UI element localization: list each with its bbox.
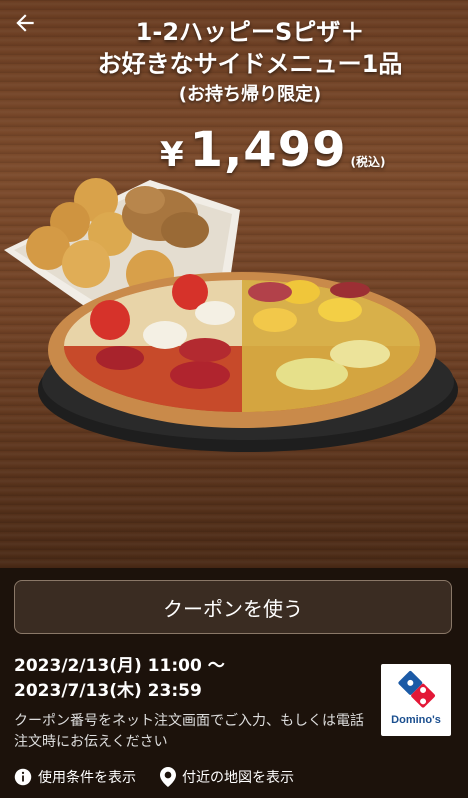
terms-link[interactable]: 使用条件を表示 [14,767,136,787]
coupon-hero-image: 1-2ハッピーSピザ＋ お好きなサイドメニュー1品 (お持ち帰り限定) ¥ 1,… [0,0,468,568]
map-link-label: 付近の地図を表示 [182,770,294,786]
info-icon [14,768,32,786]
pizza [48,272,436,428]
coupon-price: ¥ 1,499 (税込) [160,118,385,178]
dominos-logo: Domino's [381,664,451,736]
validity-period: 2023/2/13(月) 11:00 ～ 2023/7/13(木) 23:59 [14,654,225,704]
coupon-footer: クーポンを使う 2023/2/13(月) 11:00 ～ 2023/7/13(木… [0,568,468,798]
footer-links: 使用条件を表示 付近の地図を表示 [14,766,294,788]
location-pin-icon [160,767,176,787]
validity-start: 2023/2/13(月) 11:00 ～ [14,656,225,676]
use-coupon-button[interactable]: クーポンを使う [14,580,452,634]
validity-end: 2023/7/13(木) 23:59 [14,681,202,701]
title-line-3: (お持ち帰り限定) [178,84,322,105]
dominos-logo-icon [398,671,435,708]
map-link[interactable]: 付近の地図を表示 [160,767,294,787]
terms-link-label: 使用条件を表示 [38,770,136,786]
price-tax-note: (税込) [350,155,386,169]
coupon-usage-note: クーポン番号をネット注文画面でご入力、もしくは電話注文時にお伝えください [14,713,364,750]
title-line-2: お好きなサイドメニュー1品 [97,50,403,78]
title-line-1: 1-2ハッピーSピザ＋ [135,18,365,46]
pizza-and-sides-photo [4,178,458,452]
coupon-title: 1-2ハッピーSピザ＋ お好きなサイドメニュー1品 (お持ち帰り限定) [60,16,440,108]
logo-text: Domino's [391,714,441,726]
back-arrow-icon[interactable] [12,10,38,36]
